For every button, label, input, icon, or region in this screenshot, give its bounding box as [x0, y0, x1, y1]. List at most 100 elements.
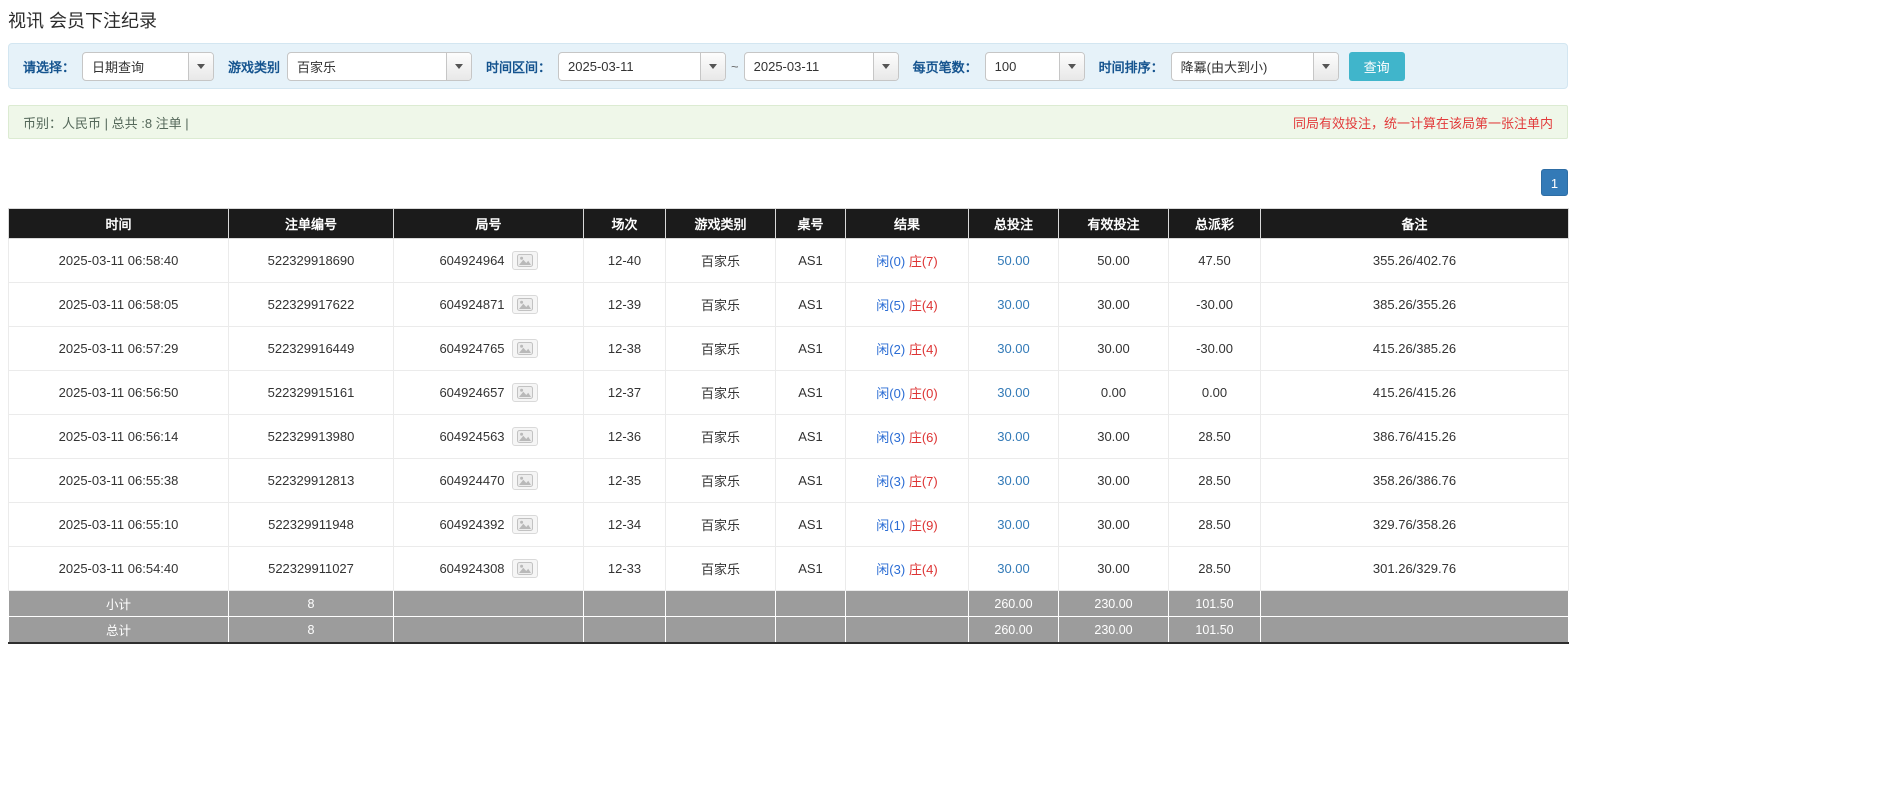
result-banker: 庄(0)	[908, 386, 938, 401]
result-player: 闲(3)	[876, 430, 906, 445]
chevron-down-icon[interactable]	[1312, 52, 1338, 80]
cell-payout: -30.00	[1168, 282, 1261, 327]
cell-total-bet: 30.00	[968, 502, 1059, 547]
time-range-label: 时间区间：	[486, 59, 552, 75]
subtotal-row: 小计 8 260.00 230.00 101.50	[8, 590, 1569, 617]
picture-icon	[516, 342, 533, 355]
page-content: 视讯 会员下注纪录 请选择： 日期查询 游戏类别 百家乐 时间区间： 2025-…	[8, 7, 1569, 644]
total-bet-link[interactable]: 30.00	[997, 561, 1030, 576]
sort-order-combobox[interactable]: 降冪(由大到小)	[1170, 51, 1339, 81]
cell-time: 2025-03-11 06:55:10	[8, 502, 229, 547]
chevron-down-icon[interactable]	[188, 52, 214, 80]
col-header-valid-bet: 有效投注	[1058, 208, 1169, 239]
total-total-bet: 260.00	[968, 616, 1059, 644]
cell-session: 12-37	[583, 370, 666, 415]
total-bet-link[interactable]: 30.00	[997, 341, 1030, 356]
cell-time: 2025-03-11 06:57:29	[8, 326, 229, 371]
picture-icon	[516, 474, 533, 487]
cell-time: 2025-03-11 06:58:40	[8, 238, 229, 283]
total-empty-cell	[393, 616, 584, 644]
col-header-session: 场次	[583, 208, 666, 239]
date-to-combobox[interactable]: 2025-03-11	[743, 51, 899, 81]
cell-bet-id: 522329918690	[228, 238, 394, 283]
pagination-page-1[interactable]: 1	[1541, 169, 1568, 196]
cell-result: 闲(2) 庄(4)	[845, 326, 969, 371]
round-detail-button[interactable]	[511, 295, 538, 314]
cell-bet-id: 522329917622	[228, 282, 394, 327]
cell-table-no: AS1	[775, 546, 846, 591]
round-detail-button[interactable]	[511, 251, 538, 270]
round-number: 604924470	[439, 473, 505, 488]
cell-time: 2025-03-11 06:54:40	[8, 546, 229, 591]
total-count: 8	[228, 616, 394, 644]
cell-result: 闲(3) 庄(4)	[845, 546, 969, 591]
round-detail-button[interactable]	[511, 515, 538, 534]
result-banker: 庄(4)	[908, 562, 938, 577]
pagination: 1	[8, 169, 1568, 196]
date-from-combobox[interactable]: 2025-03-11	[558, 51, 727, 81]
cell-remark: 355.26/402.76	[1260, 238, 1569, 283]
chevron-down-icon[interactable]	[1058, 52, 1084, 80]
cell-round: 604924470	[393, 458, 584, 503]
cell-remark: 415.26/415.26	[1260, 370, 1569, 415]
cell-round: 604924765	[393, 326, 584, 371]
round-number: 604924765	[439, 341, 505, 356]
cell-table-no: AS1	[775, 502, 846, 547]
round-number: 604924964	[439, 253, 505, 268]
cell-total-bet: 30.00	[968, 370, 1059, 415]
subtotal-empty-cell	[393, 590, 584, 617]
cell-total-bet: 30.00	[968, 282, 1059, 327]
subtotal-label: 小计	[8, 590, 229, 617]
cell-round: 604924657	[393, 370, 584, 415]
cell-game-type: 百家乐	[665, 502, 776, 547]
total-bet-link[interactable]: 30.00	[997, 473, 1030, 488]
round-detail-button[interactable]	[511, 339, 538, 358]
total-bet-link[interactable]: 30.00	[997, 517, 1030, 532]
sort-order-label: 时间排序：	[1098, 59, 1164, 75]
subtotal-empty-cell	[583, 590, 666, 617]
total-empty-cell	[775, 616, 846, 644]
round-detail-button[interactable]	[511, 383, 538, 402]
chevron-down-icon[interactable]	[446, 52, 472, 80]
cell-remark: 358.26/386.76	[1260, 458, 1569, 503]
picture-icon	[516, 386, 533, 399]
search-button[interactable]: 查询	[1348, 51, 1405, 81]
col-header-bet-id: 注单编号	[228, 208, 394, 239]
total-bet-link[interactable]: 50.00	[997, 253, 1030, 268]
table-row: 2025-03-11 06:57:29 522329916449 604924765…	[8, 326, 1569, 371]
game-type-combobox[interactable]: 百家乐	[287, 51, 473, 81]
cell-total-bet: 30.00	[968, 414, 1059, 459]
query-type-combobox[interactable]: 日期查询	[82, 51, 215, 81]
col-header-total-bet: 总投注	[968, 208, 1059, 239]
subtotal-empty-cell	[845, 590, 969, 617]
cell-time: 2025-03-11 06:55:38	[8, 458, 229, 503]
page-title: 视讯 会员下注纪录	[8, 11, 158, 31]
cell-bet-id: 522329915161	[228, 370, 394, 415]
total-bet-link[interactable]: 30.00	[997, 385, 1030, 400]
summary-currency-count: 币别：人民币 | 总共 :8 注单 |	[23, 115, 189, 131]
cell-total-bet: 30.00	[968, 458, 1059, 503]
result-player: 闲(1)	[876, 518, 906, 533]
total-valid-bet: 230.00	[1058, 616, 1169, 644]
chevron-down-icon[interactable]	[872, 52, 898, 80]
total-bet-link[interactable]: 30.00	[997, 297, 1030, 312]
subtotal-count: 8	[228, 590, 394, 617]
cell-payout: 28.50	[1168, 414, 1261, 459]
cell-table-no: AS1	[775, 458, 846, 503]
cell-payout: 28.50	[1168, 502, 1261, 547]
cell-total-bet: 30.00	[968, 326, 1059, 371]
page-size-combobox[interactable]: 100	[984, 51, 1085, 81]
cell-round: 604924871	[393, 282, 584, 327]
total-bet-link[interactable]: 30.00	[997, 429, 1030, 444]
round-detail-button[interactable]	[511, 427, 538, 446]
caret-down-icon	[1321, 63, 1330, 69]
cell-remark: 415.26/385.26	[1260, 326, 1569, 371]
round-detail-button[interactable]	[511, 471, 538, 490]
chevron-down-icon[interactable]	[700, 52, 726, 80]
caret-down-icon	[1067, 63, 1076, 69]
cell-total-bet: 50.00	[968, 238, 1059, 283]
cell-result: 闲(3) 庄(6)	[845, 414, 969, 459]
picture-icon	[516, 254, 533, 267]
round-detail-button[interactable]	[511, 559, 538, 578]
caret-down-icon	[197, 63, 206, 69]
